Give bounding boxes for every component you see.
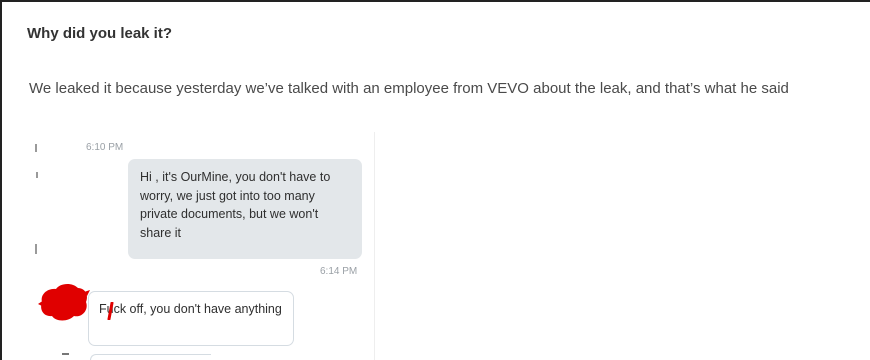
incoming-message-bubble[interactable]: Fuck off, you don't have anything [88, 291, 294, 346]
chat-screenshot: 6:10 PM Hi , it's OurMine, you don't hav… [30, 132, 375, 360]
redacted-avatar [38, 283, 90, 321]
message-timestamp: 6:14 PM [320, 266, 358, 277]
divider-dash [62, 353, 69, 355]
outgoing-message-bubble[interactable]: Hi , it's OurMine, you don't have to wor… [128, 159, 362, 259]
outgoing-message-text: Hi , it's OurMine, you don't have to wor… [140, 170, 331, 240]
article-paragraph: We leaked it because yesterday we’ve tal… [29, 80, 789, 97]
rail-tick [36, 172, 38, 178]
message-timestamp: 6:10 PM [86, 142, 124, 153]
rail-tick [35, 244, 37, 254]
section-heading: Why did you leak it? [27, 25, 173, 42]
rail-tick [35, 144, 37, 152]
article-panel: Why did you leak it? We leaked it becaus… [0, 0, 870, 360]
censor-scribble [107, 302, 114, 320]
incoming-message-text: Fuck off, you don't have anything [99, 302, 282, 316]
chat-left-rail [35, 132, 38, 360]
next-message-bubble-edge [90, 354, 211, 360]
